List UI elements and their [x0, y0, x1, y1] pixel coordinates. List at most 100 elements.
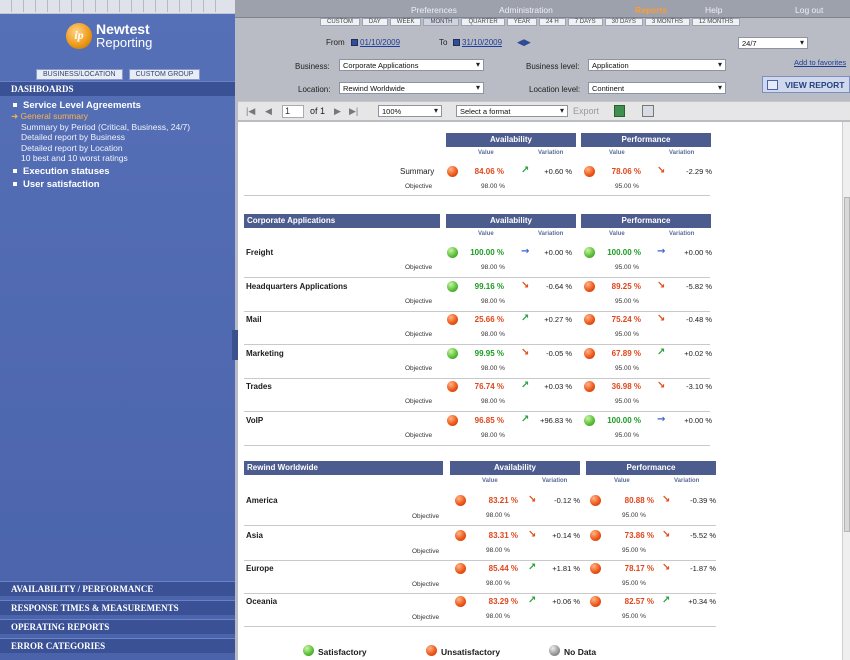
report-icon — [767, 80, 778, 90]
metric-variation: +0.06 % — [552, 597, 580, 606]
nav-general-summary[interactable]: ➜ General summary — [11, 111, 88, 122]
status-dot-icon — [584, 281, 595, 292]
trend-up-arrow-icon: ↗ — [521, 414, 530, 425]
refresh-icon[interactable] — [614, 105, 625, 117]
nav-summary-by-period[interactable]: Summary by Period (Critical, Business, 2… — [21, 122, 190, 132]
status-dot-icon — [455, 530, 466, 541]
page-input[interactable]: 1 — [282, 105, 304, 118]
menu-reports[interactable]: Reports — [635, 5, 667, 15]
metric-variation: +96.83 % — [540, 416, 572, 425]
variation-subheader: Variation — [542, 478, 568, 484]
prev-next-arrows-icon[interactable]: ◀▶ — [517, 37, 531, 48]
to-date[interactable]: 31/10/2009 — [453, 38, 502, 47]
period-week[interactable]: WEEK — [389, 18, 422, 26]
trend-up-arrow-icon: ↗ — [521, 380, 530, 391]
status-dot-icon — [590, 596, 601, 607]
calendar-icon[interactable] — [453, 39, 460, 46]
menu-help[interactable]: Help — [705, 5, 722, 15]
period-selector: CUSTOM DAY WEEK MONTH QUARTER YEAR 24 H … — [320, 18, 741, 26]
status-dot-icon — [447, 348, 458, 359]
location-level-select[interactable]: Continent — [588, 82, 726, 94]
value-subheader: Value — [482, 478, 498, 484]
period-12months[interactable]: 12 MONTHS — [691, 18, 741, 26]
location-select[interactable]: Rewind Worldwide — [339, 82, 484, 94]
objective-label: Objective — [405, 183, 433, 190]
period-24h[interactable]: 24 H — [539, 18, 566, 26]
logo-line1: Newtest — [96, 21, 150, 37]
menu-logout[interactable]: Log out — [795, 5, 823, 15]
metric-variation: +0.03 % — [544, 382, 572, 391]
calendar-icon[interactable] — [351, 39, 358, 46]
status-dot-icon — [584, 381, 595, 392]
period-day[interactable]: DAY — [361, 18, 388, 26]
scrollbar-thumb[interactable] — [844, 197, 850, 532]
metric-variation: +0.00 % — [544, 248, 572, 257]
trend-down-arrow-icon: ↘ — [657, 313, 666, 324]
business-select[interactable]: Corporate Applications — [339, 59, 484, 71]
metric-objective: 98.00 % — [486, 547, 510, 554]
trend-down-arrow-icon: ↘ — [662, 494, 671, 505]
period-year[interactable]: YEAR — [506, 18, 538, 26]
metric-value: 99.16 % — [474, 282, 504, 291]
section-error-categories[interactable]: ERROR CATEGORIES — [0, 638, 235, 653]
next-page-icon[interactable]: ▶ — [334, 106, 341, 117]
period-3months[interactable]: 3 MONTHS — [644, 18, 690, 26]
trend-down-arrow-icon: ↘ — [521, 347, 530, 358]
period-custom[interactable]: CUSTOM — [320, 18, 360, 26]
metric-value: 85.44 % — [488, 564, 518, 573]
availability-header: Availability — [446, 133, 576, 147]
dashboards-header[interactable]: DASHBOARDS — [0, 81, 235, 96]
metric-variation: -3.10 % — [686, 382, 712, 391]
status-dot-icon — [447, 381, 458, 392]
menu-administration[interactable]: Administration — [499, 5, 553, 15]
menu-preferences[interactable]: Preferences — [411, 5, 457, 15]
tab-business-location[interactable]: BUSINESS/LOCATION — [36, 69, 123, 80]
period-7days[interactable]: 7 DAYS — [567, 18, 603, 26]
section-response-times[interactable]: RESPONSE TIMES & MEASUREMENTS — [0, 600, 235, 615]
legend-label: Satisfactory — [318, 647, 367, 657]
nav-user-satisfaction[interactable]: User satisfaction — [13, 179, 100, 190]
first-page-icon[interactable]: |◀ — [246, 106, 255, 117]
tab-custom-group[interactable]: CUSTOM GROUP — [128, 69, 201, 80]
business-level-select[interactable]: Application — [588, 59, 726, 71]
location-label: Location: — [298, 85, 331, 94]
metric-variation: +0.14 % — [552, 531, 580, 540]
separator — [244, 560, 716, 561]
view-report-button[interactable]: VIEW REPORT — [762, 76, 850, 93]
timeslot-select[interactable]: 24/7 — [738, 37, 808, 49]
print-icon[interactable] — [642, 105, 654, 117]
period-month[interactable]: MONTH — [423, 18, 460, 26]
metric-variation: +0.60 % — [544, 167, 572, 176]
nav-execution-statuses[interactable]: Execution statuses — [13, 166, 110, 177]
section-availability-performance[interactable]: AVAILABILITY / PERFORMANCE — [0, 581, 235, 596]
section-operating-reports[interactable]: OPERATING REPORTS — [0, 619, 235, 634]
trend-up-arrow-icon: ↗ — [662, 595, 671, 606]
availability-header: Availability — [450, 461, 580, 475]
variation-subheader: Variation — [669, 150, 695, 156]
status-dot-icon — [447, 281, 458, 292]
status-dot-icon — [447, 166, 458, 177]
export-link[interactable]: Export — [573, 106, 599, 116]
from-date[interactable]: 01/10/2009 — [351, 38, 400, 47]
metric-variation: -0.05 % — [546, 349, 572, 358]
format-select[interactable]: Select a format — [456, 105, 568, 117]
nav-detailed-location[interactable]: Detailed report by Location — [21, 143, 123, 153]
vertical-scrollbar[interactable] — [842, 122, 850, 660]
legend-label: No Data — [564, 647, 597, 657]
nav-detailed-business[interactable]: Detailed report by Business — [21, 132, 125, 142]
report-area: Availability Performance Value Variation Val… — [238, 122, 842, 660]
objective-label: Objective — [405, 432, 433, 439]
metric-value: 80.88 % — [624, 496, 654, 505]
metric-objective: 98.00 % — [486, 580, 510, 587]
trend-down-arrow-icon: ↘ — [657, 380, 666, 391]
nav-best-worst[interactable]: 10 best and 10 worst ratings — [21, 153, 128, 163]
add-to-favorites-link[interactable]: Add to favorites — [794, 58, 846, 67]
nav-sla[interactable]: Service Level Agreements — [13, 100, 141, 111]
prev-page-icon[interactable]: ◀ — [265, 106, 272, 117]
from-label: From — [326, 38, 345, 47]
period-quarter[interactable]: QUARTER — [461, 18, 505, 26]
period-30days[interactable]: 30 DAYS — [604, 18, 643, 26]
last-page-icon[interactable]: ▶| — [349, 106, 358, 117]
zoom-select[interactable]: 100% — [378, 105, 442, 117]
performance-header: Performance — [586, 461, 716, 475]
